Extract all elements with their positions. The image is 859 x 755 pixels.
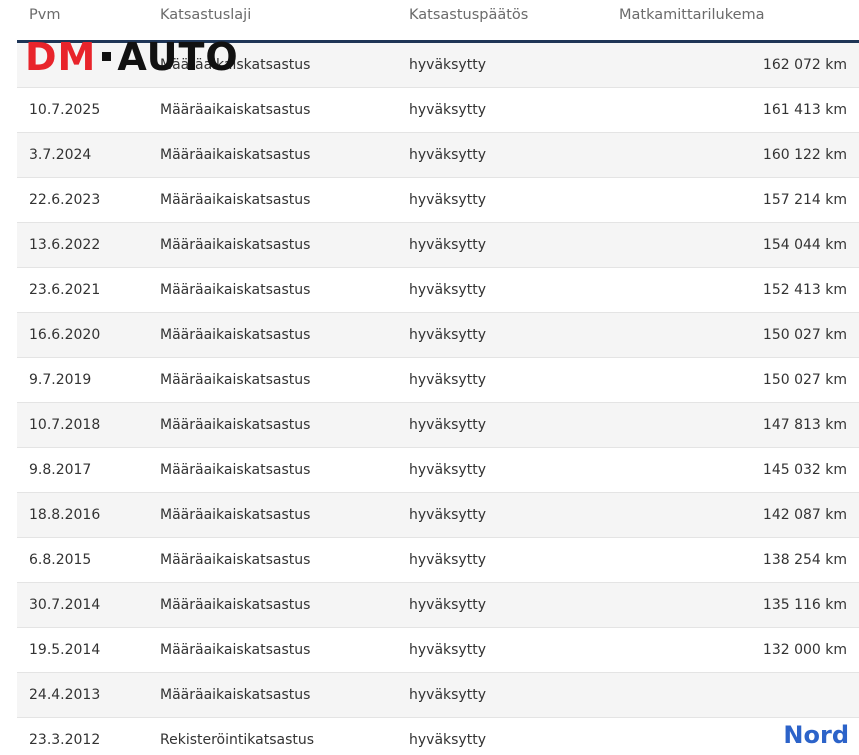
row-odometer: 150 027 km xyxy=(762,372,847,388)
table-row: 16.6.2020 Määräaikaiskatsastus hyväksytty 1… xyxy=(17,313,859,358)
row-inspection-result: hyväksytty xyxy=(409,642,486,658)
row-inspection-type: Määräaikaiskatsastus xyxy=(160,147,311,163)
row-inspection-result: hyväksytty xyxy=(409,192,486,208)
table-row: 24.4.2013 Määräaikaiskatsastus hyväksytty xyxy=(17,673,859,718)
row-date: 23.6.2021 xyxy=(29,282,101,298)
row-date: 9.8.2017 xyxy=(29,462,92,478)
header-inspection-type[interactable]: Katsastuslaji xyxy=(160,7,251,23)
row-inspection-type: Määräaikaiskatsastus xyxy=(160,597,311,613)
row-inspection-type: Määräaikaiskatsastus xyxy=(160,102,311,118)
row-inspection-type: Määräaikaiskatsastus xyxy=(160,372,311,388)
row-inspection-type: Rekisteröintikatsastus xyxy=(160,732,315,748)
row-inspection-type: Määräaikaiskatsastus xyxy=(160,192,311,208)
row-date: 13.6.2022 xyxy=(29,237,101,253)
table-row: 10.7.2025 Määräaikaiskatsastus hyväksytty 1… xyxy=(17,88,859,133)
row-date: 24.4.2013 xyxy=(29,687,101,703)
row-odometer: 162 072 km xyxy=(762,57,847,73)
table-row: Määräaikaiskatsastus hyväksytty 162 072 km xyxy=(17,43,859,88)
row-odometer: 147 813 km xyxy=(762,417,847,433)
table-header: Pvm Katsastuslaji Katsastuspäätös Matkam… xyxy=(17,0,859,43)
row-odometer: 160 122 km xyxy=(762,147,847,163)
table-row: 10.7.2018 Määräaikaiskatsastus hyväksytty 1… xyxy=(17,403,859,448)
row-inspection-type: Määräaikaiskatsastus xyxy=(160,642,311,658)
row-inspection-type: Määräaikaiskatsastus xyxy=(160,237,311,253)
row-inspection-type: Määräaikaiskatsastus xyxy=(160,57,311,73)
row-inspection-result: hyväksytty xyxy=(409,372,486,388)
row-odometer: 154 044 km xyxy=(762,237,847,253)
row-odometer: 135 116 km xyxy=(762,597,847,613)
row-odometer: 152 413 km xyxy=(762,282,847,298)
row-date: 6.8.2015 xyxy=(29,552,92,568)
row-inspection-result: hyväksytty xyxy=(409,237,486,253)
row-inspection-type: Määräaikaiskatsastus xyxy=(160,687,311,703)
row-inspection-result: hyväksytty xyxy=(409,597,486,613)
row-odometer: 132 000 km xyxy=(762,642,847,658)
row-date: 23.3.2012 xyxy=(29,732,101,748)
row-odometer: 142 087 km xyxy=(762,507,847,523)
row-inspection-result: hyväksytty xyxy=(409,687,486,703)
row-date: 16.6.2020 xyxy=(29,327,101,343)
row-date: 18.8.2016 xyxy=(29,507,101,523)
row-date: 19.5.2014 xyxy=(29,642,101,658)
row-inspection-type: Määräaikaiskatsastus xyxy=(160,417,311,433)
row-inspection-result: hyväksytty xyxy=(409,57,486,73)
table-row: 22.6.2023 Määräaikaiskatsastus hyväksytty 1… xyxy=(17,178,859,223)
row-inspection-type: Määräaikaiskatsastus xyxy=(160,552,311,568)
row-inspection-result: hyväksytty xyxy=(409,102,486,118)
nord-watermark: Nord xyxy=(783,721,849,749)
row-date: 22.6.2023 xyxy=(29,192,101,208)
row-inspection-result: hyväksytty xyxy=(409,327,486,343)
row-odometer: 145 032 km xyxy=(762,462,847,478)
table-row: 3.7.2024 Määräaikaiskatsastus hyväksytty 16… xyxy=(17,133,859,178)
row-inspection-result: hyväksytty xyxy=(409,462,486,478)
row-inspection-type: Määräaikaiskatsastus xyxy=(160,327,311,343)
row-date: 30.7.2014 xyxy=(29,597,101,613)
inspection-history-page: Pvm Katsastuslaji Katsastuspäätös Matkam… xyxy=(0,0,859,755)
row-odometer: 138 254 km xyxy=(762,552,847,568)
row-date: 10.7.2018 xyxy=(29,417,101,433)
table-row: 9.8.2017 Määräaikaiskatsastus hyväksytty 14… xyxy=(17,448,859,493)
header-date[interactable]: Pvm xyxy=(29,7,60,23)
row-odometer: 157 214 km xyxy=(762,192,847,208)
row-odometer: 161 413 km xyxy=(762,102,847,118)
table-row: 6.8.2015 Määräaikaiskatsastus hyväksytty 13… xyxy=(17,538,859,583)
table-row: 23.3.2012 Rekisteröintikatsastus hyväksytt… xyxy=(17,718,859,755)
table-row: 13.6.2022 Määräaikaiskatsastus hyväksytty 1… xyxy=(17,223,859,268)
row-date: 9.7.2019 xyxy=(29,372,92,388)
row-inspection-type: Määräaikaiskatsastus xyxy=(160,507,311,523)
row-date: 3.7.2024 xyxy=(29,147,92,163)
table-row: 9.7.2019 Määräaikaiskatsastus hyväksytty 15… xyxy=(17,358,859,403)
row-date: 10.7.2025 xyxy=(29,102,101,118)
row-inspection-result: hyväksytty xyxy=(409,147,486,163)
row-inspection-type: Määräaikaiskatsastus xyxy=(160,462,311,478)
table-row: 18.8.2016 Määräaikaiskatsastus hyväksytty 1… xyxy=(17,493,859,538)
table-row: 19.5.2014 Määräaikaiskatsastus hyväksytty 1… xyxy=(17,628,859,673)
row-inspection-result: hyväksytty xyxy=(409,552,486,568)
table-row: 30.7.2014 Määräaikaiskatsastus hyväksytty 1… xyxy=(17,583,859,628)
table-row: 23.6.2021 Määräaikaiskatsastus hyväksytty 1… xyxy=(17,268,859,313)
row-inspection-result: hyväksytty xyxy=(409,507,486,523)
row-inspection-result: hyväksytty xyxy=(409,417,486,433)
row-inspection-type: Määräaikaiskatsastus xyxy=(160,282,311,298)
header-odometer[interactable]: Matkamittarilukema xyxy=(619,7,765,23)
row-odometer: 150 027 km xyxy=(762,327,847,343)
inspection-table-body: Määräaikaiskatsastus hyväksytty 162 072 km… xyxy=(17,43,859,755)
row-inspection-result: hyväksytty xyxy=(409,282,486,298)
header-inspection-result[interactable]: Katsastuspäätös xyxy=(409,7,528,23)
row-inspection-result: hyväksytty xyxy=(409,732,486,748)
